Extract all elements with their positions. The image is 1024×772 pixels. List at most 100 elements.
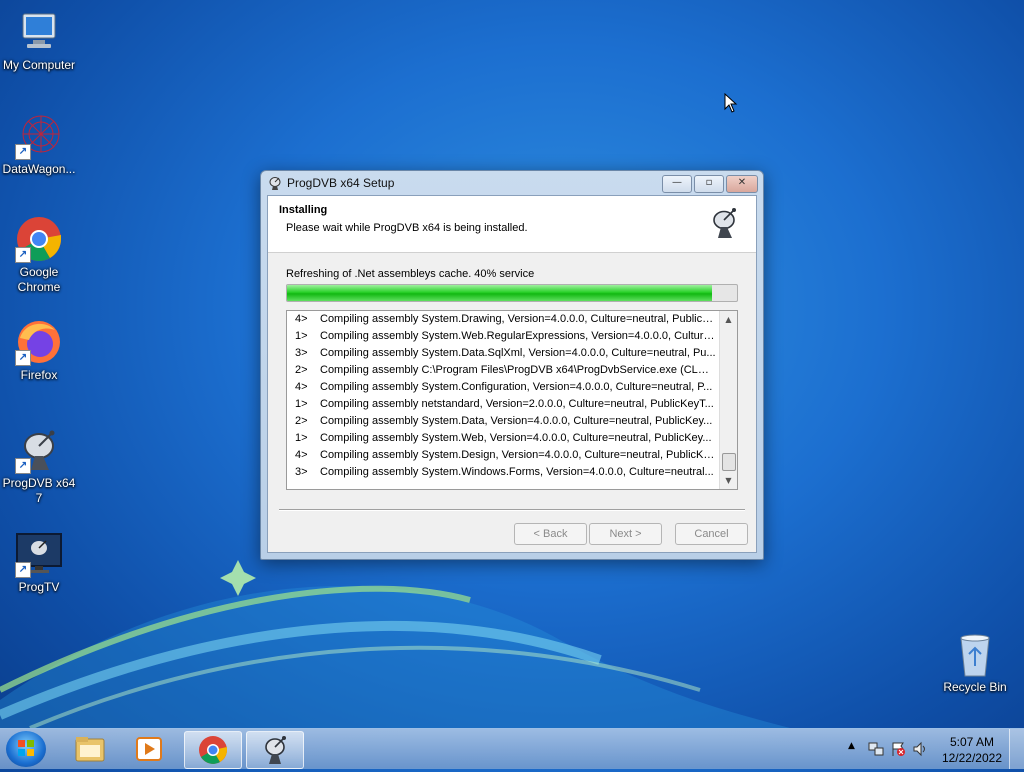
shortcut-arrow-icon: ↗: [15, 247, 31, 263]
explorer-icon: [75, 737, 105, 762]
log-message: Compiling assembly System.Drawing, Versi…: [320, 313, 716, 325]
log-message: Compiling assembly System.Web, Version=4…: [320, 432, 712, 444]
log-message: Compiling assembly System.Configuration,…: [320, 381, 713, 393]
window-titlebar[interactable]: ProgDVB x64 Setup — ▫ ✕: [261, 171, 763, 195]
log-message: Compiling assembly System.Web.RegularExp…: [320, 330, 716, 342]
back-button[interactable]: < Back: [514, 523, 587, 545]
desktop-icon-progdvb[interactable]: ↗ ProgDVB x64 7: [0, 426, 78, 506]
log-row: 1> Compiling assembly netstandard, Versio…: [287, 396, 737, 413]
taskbar-explorer[interactable]: [62, 731, 118, 767]
next-button[interactable]: Next >: [589, 523, 662, 545]
log-thread-id: 2>: [295, 415, 308, 427]
taskbar-chrome[interactable]: [184, 731, 242, 769]
recycle-bin-icon: [951, 630, 999, 678]
log-thread-id: 1>: [295, 330, 308, 342]
network-icon[interactable]: [868, 741, 884, 757]
scroll-down-arrow-icon[interactable]: ▼: [720, 472, 737, 489]
log-row: 3> Compiling assembly System.Windows.Form…: [287, 464, 737, 481]
window-client-area: Installing Please wait while ProgDVB x64…: [267, 195, 757, 553]
log-scrollbar[interactable]: ▲ ▼: [719, 311, 737, 489]
desktop-icon-my-computer[interactable]: My Computer: [0, 8, 78, 73]
log-row: 4> Compiling assembly System.Configuratio…: [287, 379, 737, 396]
show-desktop-button[interactable]: [1009, 729, 1024, 769]
desktop-icon-recycle-bin[interactable]: Recycle Bin: [936, 630, 1014, 695]
chrome-icon: ↗: [15, 215, 63, 263]
log-row: 2> Compiling assembly System.Data, Versio…: [287, 413, 737, 430]
log-rows: 4> Compiling assembly System.Drawing, Ver…: [287, 311, 737, 481]
log-row: 4> Compiling assembly System.Drawing, Ver…: [287, 311, 737, 328]
start-button[interactable]: [6, 731, 46, 767]
computer-icon: [15, 8, 63, 56]
cancel-button[interactable]: Cancel: [675, 523, 748, 545]
log-message: Compiling assembly netstandard, Version=…: [320, 398, 714, 410]
action-center-flag-icon[interactable]: [890, 741, 906, 757]
log-message: Compiling assembly System.Design, Versio…: [320, 449, 716, 461]
progress-fill: [287, 285, 713, 301]
log-thread-id: 3>: [295, 347, 308, 359]
desktop-icon-datawagon[interactable]: ↗ DataWagon...: [0, 112, 78, 177]
scroll-thumb[interactable]: [722, 453, 736, 471]
clock-date: 12/22/2022: [941, 751, 1002, 765]
desktop-icon-label: DataWagon...: [2, 162, 76, 176]
log-thread-id: 4>: [295, 449, 308, 461]
log-row: 1> Compiling assembly System.Web.RegularE…: [287, 328, 737, 345]
shortcut-arrow-icon: ↗: [15, 562, 31, 578]
satellite-dish-icon: [713, 208, 736, 238]
minimize-button[interactable]: —: [662, 175, 692, 193]
desktop-icon-label: My Computer: [2, 58, 76, 72]
chrome-icon: [199, 736, 227, 764]
log-message: Compiling assembly System.Data, Version=…: [320, 415, 713, 427]
satellite-dish-icon: [269, 177, 281, 190]
volume-icon[interactable]: [912, 741, 928, 757]
tv-icon: ↗: [15, 530, 63, 578]
log-thread-id: 3>: [295, 466, 308, 478]
desktop-icon-label: Recycle Bin: [943, 680, 1007, 694]
log-row: 2> Compiling assembly C:\Program Files\Pr…: [287, 362, 737, 379]
log-row: 4> Compiling assembly System.Design, Vers…: [287, 447, 737, 464]
maximize-button[interactable]: ▫: [694, 175, 724, 193]
log-message: Compiling assembly System.Data.SqlXml, V…: [320, 347, 716, 359]
setup-window[interactable]: ProgDVB x64 Setup — ▫ ✕ Installing Pleas…: [260, 170, 764, 560]
log-thread-id: 4>: [295, 313, 308, 325]
log-thread-id: 4>: [295, 381, 308, 393]
satellite-dish-icon: ↗: [15, 426, 63, 474]
shortcut-arrow-icon: ↗: [15, 458, 31, 474]
log-thread-id: 1>: [295, 398, 308, 410]
shortcut-arrow-icon: ↗: [15, 144, 31, 160]
desktop-icon-progtv[interactable]: ↗ ProgTV: [0, 530, 78, 595]
mouse-cursor-icon: [724, 93, 738, 113]
taskbar-progdvb-setup[interactable]: [246, 731, 304, 769]
log-message: Compiling assembly C:\Program Files\Prog…: [320, 364, 716, 376]
installer-header: Installing Please wait while ProgDVB x64…: [268, 196, 756, 253]
taskbar: ▲ 5:07 AM 12/22/2022: [0, 728, 1024, 769]
taskbar-clock[interactable]: 5:07 AM 12/22/2022: [942, 734, 1002, 766]
log-thread-id: 1>: [295, 432, 308, 444]
progress-bar: [286, 284, 738, 302]
progdvb-setup-icon: [265, 736, 286, 764]
shortcut-arrow-icon: ↗: [15, 350, 31, 366]
desktop-icon-google-chrome[interactable]: ↗ Google Chrome: [0, 215, 78, 295]
clock-time: 5:07 AM: [949, 735, 994, 749]
firefox-icon: ↗: [15, 318, 63, 366]
datawagon-icon: ↗: [15, 112, 63, 160]
scroll-up-arrow-icon[interactable]: ▲: [720, 311, 737, 328]
desktop-icon-label: Google Chrome: [17, 265, 61, 294]
desktop-icon-label: Firefox: [20, 368, 58, 382]
media-player-icon: [136, 737, 162, 761]
log-row: 3> Compiling assembly System.Data.SqlXml,…: [287, 345, 737, 362]
windows-logo-icon: [18, 740, 34, 756]
header-title: Installing: [279, 204, 328, 216]
system-tray: ▲ 5:07 AM 12/22/2022: [834, 729, 1024, 769]
window-title: ProgDVB x64 Setup: [287, 176, 395, 190]
close-button[interactable]: ✕: [726, 175, 758, 193]
header-subtitle: Please wait while ProgDVB x64 is being i…: [286, 222, 528, 234]
desktop-icon-label: ProgDVB x64 7: [2, 476, 76, 505]
show-hidden-icons-icon[interactable]: ▲: [848, 741, 855, 751]
log-message: Compiling assembly System.Windows.Forms,…: [320, 466, 714, 478]
taskbar-media-player[interactable]: [122, 731, 178, 767]
desktop-icon-label: ProgTV: [18, 580, 60, 594]
log-thread-id: 2>: [295, 364, 308, 376]
status-text: Refreshing of .Net assembleys cache. 40%…: [286, 268, 535, 280]
install-log-list[interactable]: 4> Compiling assembly System.Drawing, Ver…: [286, 310, 738, 490]
desktop-icon-firefox[interactable]: ↗ Firefox: [0, 318, 78, 383]
